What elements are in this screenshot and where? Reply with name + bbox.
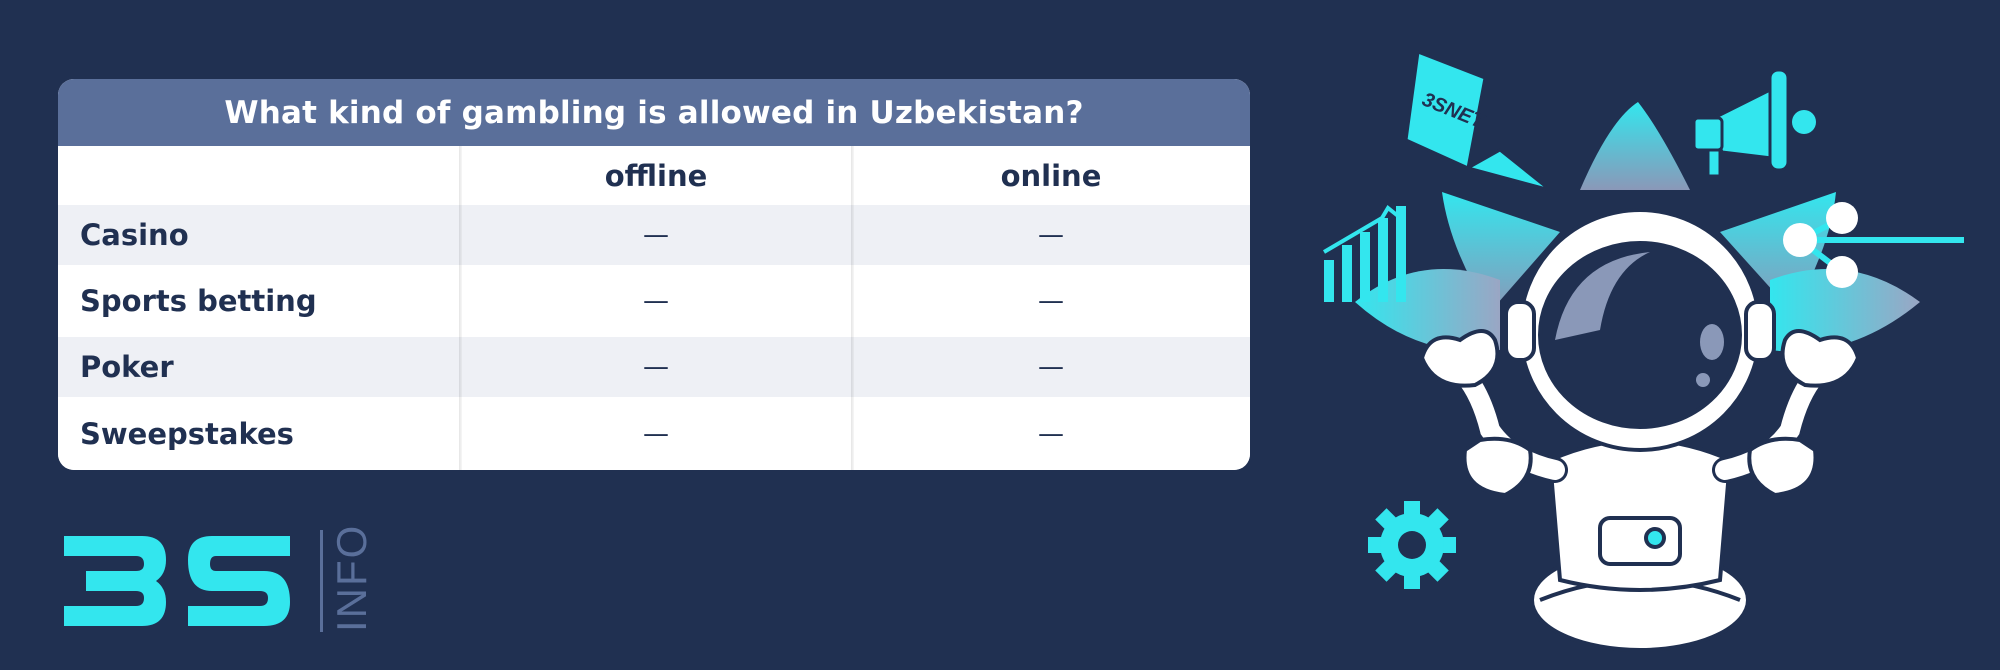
cell-online: — [1038,286,1064,316]
cell-online: — [1038,418,1064,449]
gear-icon [1368,501,1456,589]
megaphone-icon [1692,68,1816,178]
cell-offline: — [643,220,669,250]
column-divider [459,146,462,470]
cell-offline: — [643,286,669,316]
logo-sub-text: INFO [328,526,375,632]
logo-mark [64,536,290,626]
row-label-sports-betting: Sports betting [80,284,317,318]
table-title: What kind of gambling is allowed in Uzbe… [58,79,1250,146]
cell-online: — [1038,352,1064,382]
row-label-poker: Poker [80,350,174,384]
column-divider [851,146,854,470]
laptop-icon: 3SNET [1404,49,1551,192]
cell-online: — [1038,220,1064,250]
row-label-sweepstakes: Sweepstakes [80,416,294,451]
astronaut-illustration: 3SNET [1322,49,1964,652]
cell-offline: — [643,352,669,382]
table-row: Sweepstakes — — [58,397,1250,470]
table-row: Sports betting — — [58,265,1250,337]
header-offline: offline [604,158,708,193]
row-label-casino: Casino [80,218,189,252]
table-row: Poker — — [58,337,1250,397]
header-empty [58,146,460,205]
table-row: Casino — — [58,205,1250,265]
cell-offline: — [643,418,669,449]
gambling-table: What kind of gambling is allowed in Uzbe… [58,79,1250,470]
header-online: online [1000,158,1102,193]
table-header-row: offline online [58,146,1250,205]
petal-top [1580,102,1690,190]
3s-info-logo: INFO [64,526,375,632]
